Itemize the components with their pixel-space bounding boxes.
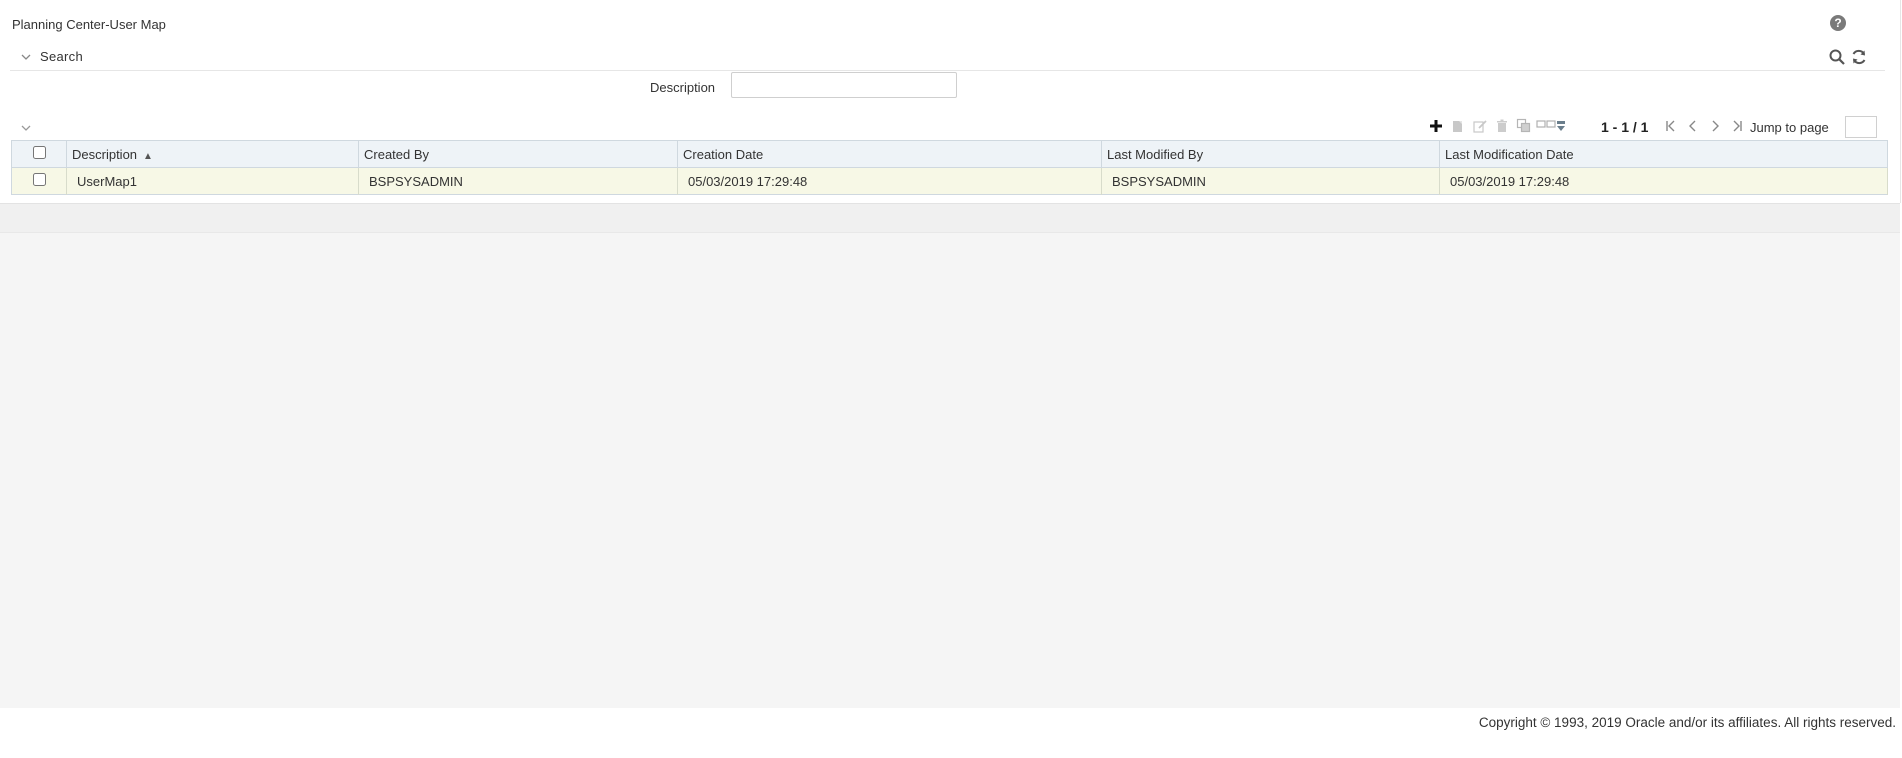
description-filter-label: Description [650,80,716,95]
cell-created-by: BSPSYSADMIN [358,167,678,195]
sort-ascending-icon: ▲ [143,150,153,162]
help-icon[interactable]: ? [1830,15,1846,31]
jump-to-page-label: Jump to page [1750,120,1829,135]
page-title: Planning Center-User Map [12,17,166,32]
jump-to-page-input[interactable] [1845,116,1877,138]
edit-icon[interactable] [1472,118,1488,134]
main-panel: Planning Center-User Map ? Search Descri… [0,0,1901,203]
row-select-cell [11,167,67,195]
app-window: Planning Center-User Map ? Search Descri… [0,0,1902,758]
delete-icon[interactable] [1494,118,1510,134]
cell-last-modified-by: BSPSYSADMIN [1101,167,1440,195]
column-header-label: Last Modified By [1107,146,1204,162]
search-section-label: Search [40,49,83,64]
column-header-creation-date[interactable]: Creation Date [677,140,1102,168]
section-divider [0,203,1900,233]
cell-description[interactable]: UserMap1 [66,167,359,195]
duplicate-icon[interactable] [1516,118,1532,134]
select-all-cell [11,140,67,168]
empty-workspace [0,203,1900,708]
copy-icon[interactable] [1450,118,1466,134]
grid-collapse-chevron-icon[interactable] [20,122,32,134]
search-icon[interactable] [1828,48,1846,66]
column-header-label: Description [72,146,138,162]
column-header-description[interactable]: Description ▲ [66,140,359,168]
chevron-down-icon[interactable] [20,51,32,63]
copyright-footer: Copyright © 1993, 2019 Oracle and/or its… [1478,715,1896,730]
last-page-icon[interactable] [1730,119,1744,133]
column-header-last-modified-by[interactable]: Last Modified By [1101,140,1440,168]
table-row[interactable]: UserMap1 BSPSYSADMIN 05/03/2019 17:29:48… [11,167,1888,195]
search-section-header: Search [10,46,1885,71]
grid-header-row: Description ▲ Created By Creation Date La… [11,140,1888,168]
column-header-label: Created By [364,146,430,162]
plus-icon[interactable] [1428,118,1444,134]
column-header-label: Last Modification Date [1445,146,1574,162]
user-map-grid: Description ▲ Created By Creation Date La… [11,140,1888,195]
column-header-label: Creation Date [683,146,764,162]
cell-creation-date: 05/03/2019 17:29:48 [677,167,1102,195]
cell-last-modification-date: 05/03/2019 17:29:48 [1439,167,1888,195]
refresh-icon[interactable] [1850,48,1868,66]
description-search-input[interactable] [731,72,957,98]
row-select-checkbox[interactable] [32,173,46,186]
next-page-icon[interactable] [1708,119,1722,133]
pager-range: 1 - 1 / 1 [1601,119,1649,135]
column-header-last-modification-date[interactable]: Last Modification Date [1439,140,1888,168]
previous-page-icon[interactable] [1686,119,1700,133]
select-all-checkbox[interactable] [32,146,46,159]
columns-icon[interactable] [1536,118,1568,134]
first-page-icon[interactable] [1664,119,1678,133]
column-header-created-by[interactable]: Created By [358,140,678,168]
